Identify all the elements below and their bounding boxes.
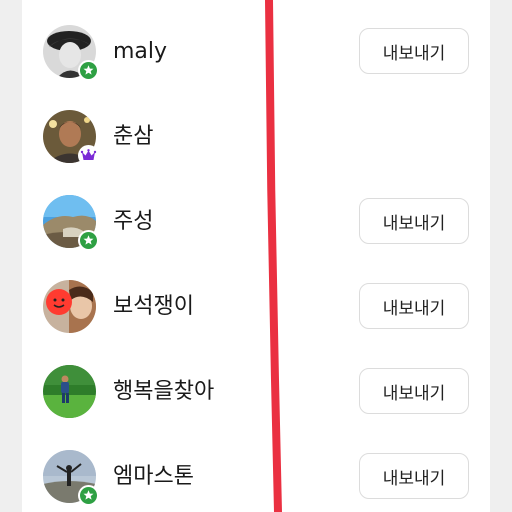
crown-badge-icon [78,145,99,166]
list-item: maly 내보내기 [22,0,490,85]
member-name: 보석쟁이 [113,294,194,319]
member-list: maly 내보내기 춘삼 주성 내보내기 보석쟁이 내보내기 행복을찾아 내보내… [22,0,490,512]
list-item: 주성 내보내기 [22,170,490,255]
list-item: 보석쟁이 내보내기 [22,255,490,340]
member-name: 행복을찾아 [113,379,215,404]
avatar[interactable] [43,110,99,166]
export-button[interactable]: 내보내기 [359,198,469,244]
star-badge-icon [78,485,99,506]
member-name: 주성 [113,209,154,234]
list-item: 춘삼 [22,85,490,170]
avatar[interactable] [43,450,99,506]
list-item: 엠마스톤 내보내기 [22,425,490,510]
export-button[interactable]: 내보내기 [359,368,469,414]
member-name: 엠마스톤 [113,464,194,489]
avatar[interactable] [43,195,99,251]
profile-photo [43,365,96,418]
member-name: maly [113,39,168,64]
avatar[interactable] [43,280,96,333]
star-badge-icon [78,60,99,81]
star-badge-icon [78,230,99,251]
export-button[interactable]: 내보내기 [359,283,469,329]
profile-photo [43,280,96,333]
export-button[interactable]: 내보내기 [359,453,469,499]
list-item: 행복을찾아 내보내기 [22,340,490,425]
avatar[interactable] [43,365,96,418]
export-button[interactable]: 내보내기 [359,28,469,74]
avatar[interactable] [43,25,99,81]
member-name: 춘삼 [113,124,154,149]
